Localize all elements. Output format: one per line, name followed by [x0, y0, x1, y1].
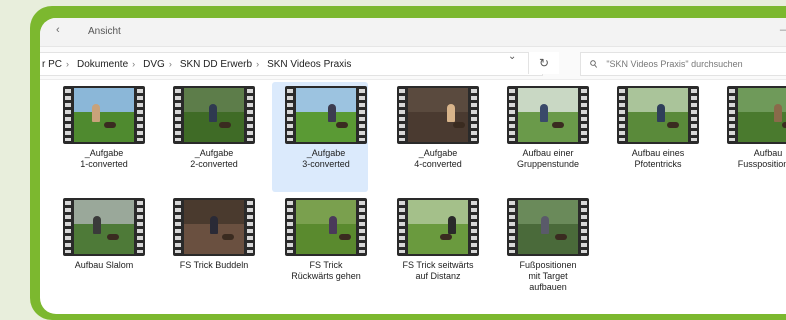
video-frame-image — [184, 200, 244, 254]
file-item[interactable]: FS Trick seitwärts auf Distanz — [388, 198, 488, 282]
refresh-icon[interactable]: ↻ — [528, 52, 559, 74]
file-name: Aufbau Fusspositionen — [737, 148, 786, 169]
file-item[interactable]: FS Trick Rückwärts gehen — [276, 198, 376, 282]
file-item[interactable]: FS Trick Buddeln — [164, 198, 264, 271]
film-strip-holes — [65, 201, 71, 253]
video-frame-image — [296, 88, 356, 142]
chevron-right-icon: › — [66, 59, 69, 69]
video-thumbnail — [285, 86, 367, 144]
breadcrumb-pc[interactable]: r PC — [40, 59, 64, 70]
file-item[interactable]: _Aufgabe 3-converted — [272, 82, 376, 192]
file-name: FS Trick seitwärts auf Distanz — [402, 260, 474, 281]
file-item[interactable]: _Aufgabe 1-converted — [54, 86, 154, 170]
chevron-left-icon[interactable]: ‹ — [56, 24, 60, 36]
video-thumbnail — [285, 198, 367, 256]
file-name: Aufbau eines Pfotentricks — [631, 148, 685, 169]
video-thumbnail — [63, 86, 145, 144]
film-strip-holes — [287, 201, 293, 253]
chevron-down-icon[interactable]: ⌄ — [508, 51, 516, 62]
file-item[interactable]: _Aufgabe 4-converted — [388, 86, 488, 170]
video-frame-image — [74, 200, 134, 254]
film-strip-holes — [175, 201, 181, 253]
film-strip-holes — [287, 89, 293, 141]
film-strip-holes — [471, 201, 477, 253]
file-explorer-window: ‹ Ansicht – r PC › Dokumente › DVG › SKN… — [40, 18, 786, 314]
file-name: FS Trick Buddeln — [179, 260, 249, 270]
film-strip-holes — [399, 201, 405, 253]
window-title: Ansicht — [88, 26, 121, 37]
breadcrumb-skn-dd-erwerb[interactable]: SKN DD Erwerb — [174, 59, 254, 70]
video-thumbnail — [507, 198, 589, 256]
file-item[interactable]: Aufbau Fusspositionen — [718, 86, 786, 170]
video-thumbnail — [397, 86, 479, 144]
file-name: Aufbau einer Gruppenstunde — [516, 148, 580, 169]
film-strip-holes — [359, 201, 365, 253]
file-name: _Aufgabe 4-converted — [414, 148, 462, 169]
video-frame-image — [628, 88, 688, 142]
video-thumbnail — [63, 198, 145, 256]
video-frame-image — [184, 88, 244, 142]
file-name: Aufbau Slalom — [74, 260, 134, 270]
video-frame-image — [518, 200, 578, 254]
search-input[interactable]: ⚲ "SKN Videos Praxis" durchsuchen — [580, 52, 786, 76]
file-item[interactable]: Fußpositionen mit Target aufbauen — [498, 198, 598, 293]
file-item[interactable]: Aufbau Slalom — [54, 198, 154, 271]
chevron-right-icon: › — [132, 59, 136, 69]
minimize-icon[interactable]: – — [780, 24, 786, 36]
film-strip-holes — [359, 89, 365, 141]
film-strip-holes — [137, 89, 143, 141]
film-strip-holes — [137, 201, 143, 253]
video-thumbnail — [173, 198, 255, 256]
video-frame-image — [74, 88, 134, 142]
breadcrumb-skn-videos-praxis[interactable]: SKN Videos Praxis — [261, 59, 353, 70]
breadcrumb-dvg[interactable]: DVG — [137, 59, 167, 70]
chevron-right-icon: › — [256, 59, 260, 69]
address-bar: r PC › Dokumente › DVG › SKN DD Erwerb ›… — [40, 47, 786, 80]
film-strip-holes — [399, 89, 405, 141]
film-strip-holes — [247, 201, 253, 253]
film-strip-holes — [65, 89, 71, 141]
film-strip-holes — [509, 89, 515, 141]
film-strip-holes — [175, 89, 181, 141]
film-strip-holes — [691, 89, 697, 141]
video-frame-image — [408, 200, 468, 254]
film-strip-holes — [619, 89, 625, 141]
film-strip-holes — [729, 89, 735, 141]
file-item[interactable]: Aufbau einer Gruppenstunde — [498, 86, 598, 170]
breadcrumb-dokumente[interactable]: Dokumente — [71, 59, 130, 70]
video-frame-image — [738, 88, 786, 142]
search-placeholder: "SKN Videos Praxis" durchsuchen — [606, 59, 743, 69]
title-bar: ‹ Ansicht – — [40, 18, 786, 47]
film-strip-holes — [471, 89, 477, 141]
breadcrumb[interactable]: r PC › Dokumente › DVG › SKN DD Erwerb ›… — [40, 52, 543, 76]
file-name: _Aufgabe 2-converted — [190, 148, 238, 169]
file-item[interactable]: Aufbau eines Pfotentricks — [608, 86, 708, 170]
chevron-right-icon: › — [168, 59, 172, 69]
film-strip-holes — [509, 201, 515, 253]
video-frame-image — [296, 200, 356, 254]
video-thumbnail — [727, 86, 786, 144]
search-icon: ⚲ — [588, 58, 601, 72]
film-strip-holes — [581, 89, 587, 141]
video-thumbnail — [617, 86, 699, 144]
video-thumbnail — [173, 86, 255, 144]
video-frame-image — [408, 88, 468, 142]
file-name: Fußpositionen mit Target aufbauen — [519, 260, 577, 292]
video-thumbnail — [507, 86, 589, 144]
video-thumbnail — [397, 198, 479, 256]
file-item[interactable]: _Aufgabe 2-converted — [164, 86, 264, 170]
file-name: _Aufgabe 3-converted — [302, 148, 350, 169]
film-strip-holes — [247, 89, 253, 141]
file-name: _Aufgabe 1-converted — [80, 148, 128, 169]
film-strip-holes — [581, 201, 587, 253]
video-frame-image — [518, 88, 578, 142]
file-name: FS Trick Rückwärts gehen — [291, 260, 361, 281]
file-grid: _Aufgabe 1-converted _Aufgabe 2-converted… — [40, 80, 786, 314]
